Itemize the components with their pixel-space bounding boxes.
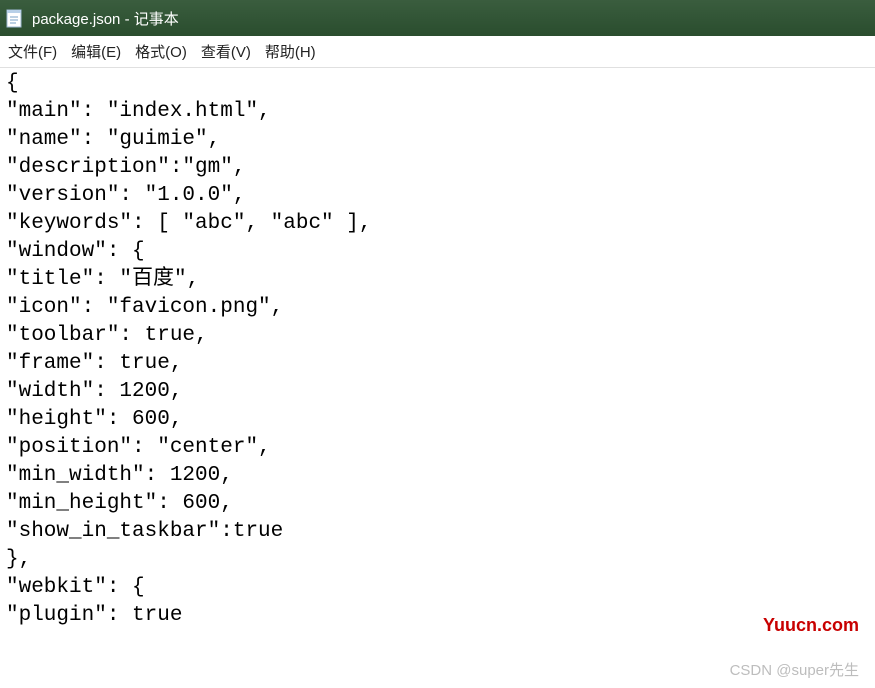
notepad-icon bbox=[6, 8, 24, 28]
watermark-csdn: CSDN @super先生 bbox=[730, 659, 859, 680]
menu-edit[interactable]: 编辑(E) bbox=[71, 41, 121, 62]
titlebar[interactable]: package.json - 记事本 bbox=[0, 0, 875, 36]
menu-view[interactable]: 查看(V) bbox=[201, 41, 251, 62]
text-area[interactable]: { "main": "index.html", "name": "guimie"… bbox=[0, 68, 875, 688]
menubar: 文件(F) 编辑(E) 格式(O) 查看(V) 帮助(H) bbox=[0, 36, 875, 68]
menu-file[interactable]: 文件(F) bbox=[8, 41, 57, 62]
menu-help[interactable]: 帮助(H) bbox=[265, 41, 316, 62]
window-title: package.json - 记事本 bbox=[32, 8, 179, 29]
notepad-window: package.json - 记事本 文件(F) 编辑(E) 格式(O) 查看(… bbox=[0, 0, 875, 688]
watermark-yuucn: Yuucn.com bbox=[763, 615, 859, 636]
menu-format[interactable]: 格式(O) bbox=[135, 41, 187, 62]
